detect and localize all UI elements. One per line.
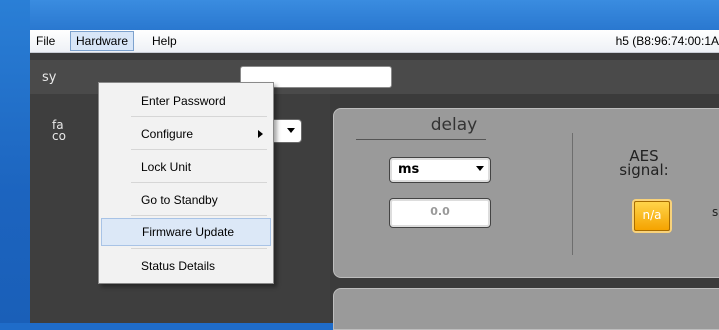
desktop-background <box>0 0 719 30</box>
delay-value-text: 0.0 <box>430 205 450 218</box>
menu-item-label: Lock Unit <box>141 160 192 174</box>
hardware-dropdown-menu: Enter Password Configure Lock Unit Go to… <box>98 82 274 284</box>
menu-item-firmware-update[interactable]: Firmware Update <box>101 218 271 246</box>
delay-title: delay <box>430 115 478 135</box>
menu-hardware-label: Hardware <box>76 34 129 48</box>
menu-separator <box>131 116 267 117</box>
menu-help[interactable]: Help <box>148 33 181 49</box>
menu-separator <box>131 215 267 216</box>
menu-separator <box>131 182 267 183</box>
menu-item-label: Status Details <box>141 259 216 273</box>
menu-file-label: File <box>36 34 56 48</box>
menu-bar: File Hardware Help h5 (B8:96:74:00:1A <box>30 30 719 53</box>
delay-panel: delay ms 0.0 AES signal: n/a s <box>333 108 719 278</box>
menu-item-label: Configure <box>141 127 194 141</box>
factory-label: fa co <box>52 119 72 143</box>
panel-divider <box>572 133 573 255</box>
chevron-down-icon <box>287 128 295 133</box>
device-id-text: h5 (B8:96:74:00:1A <box>615 34 719 48</box>
menu-item-go-to-standby[interactable]: Go to Standby <box>101 186 269 214</box>
menu-item-label: Firmware Update <box>142 225 235 239</box>
delay-value-input[interactable]: 0.0 <box>389 198 491 228</box>
menu-separator <box>131 248 267 249</box>
menu-separator <box>131 149 267 150</box>
factory-label-line2: co <box>52 129 66 143</box>
desktop-left-edge <box>0 0 30 323</box>
delay-title-underline <box>356 139 486 140</box>
menu-hardware[interactable]: Hardware <box>70 31 135 51</box>
system-label: sy <box>42 70 57 85</box>
menu-item-label: Go to Standby <box>141 193 218 207</box>
aes-status-badge: n/a <box>634 201 670 231</box>
aes-label-line2: signal: <box>619 161 669 179</box>
menu-item-configure[interactable]: Configure <box>101 120 269 148</box>
aes-status-text: n/a <box>642 208 662 222</box>
menu-item-enter-password[interactable]: Enter Password <box>101 87 269 115</box>
menu-item-lock-unit[interactable]: Lock Unit <box>101 153 269 181</box>
delay-unit-select[interactable]: ms <box>389 157 491 183</box>
delay-unit-value: ms <box>398 162 420 177</box>
submenu-arrow-icon <box>258 130 263 138</box>
menu-item-status-details[interactable]: Status Details <box>101 252 269 280</box>
app-window: File Hardware Help h5 (B8:96:74:00:1A sy… <box>30 30 719 330</box>
cut-off-label: s <box>712 205 719 219</box>
menu-help-label: Help <box>152 34 177 48</box>
chevron-down-icon <box>476 166 484 171</box>
menu-item-label: Enter Password <box>141 94 226 108</box>
lower-panel <box>333 288 719 330</box>
menu-file[interactable]: File <box>32 33 59 49</box>
aes-signal-label: AES signal: <box>614 149 674 179</box>
